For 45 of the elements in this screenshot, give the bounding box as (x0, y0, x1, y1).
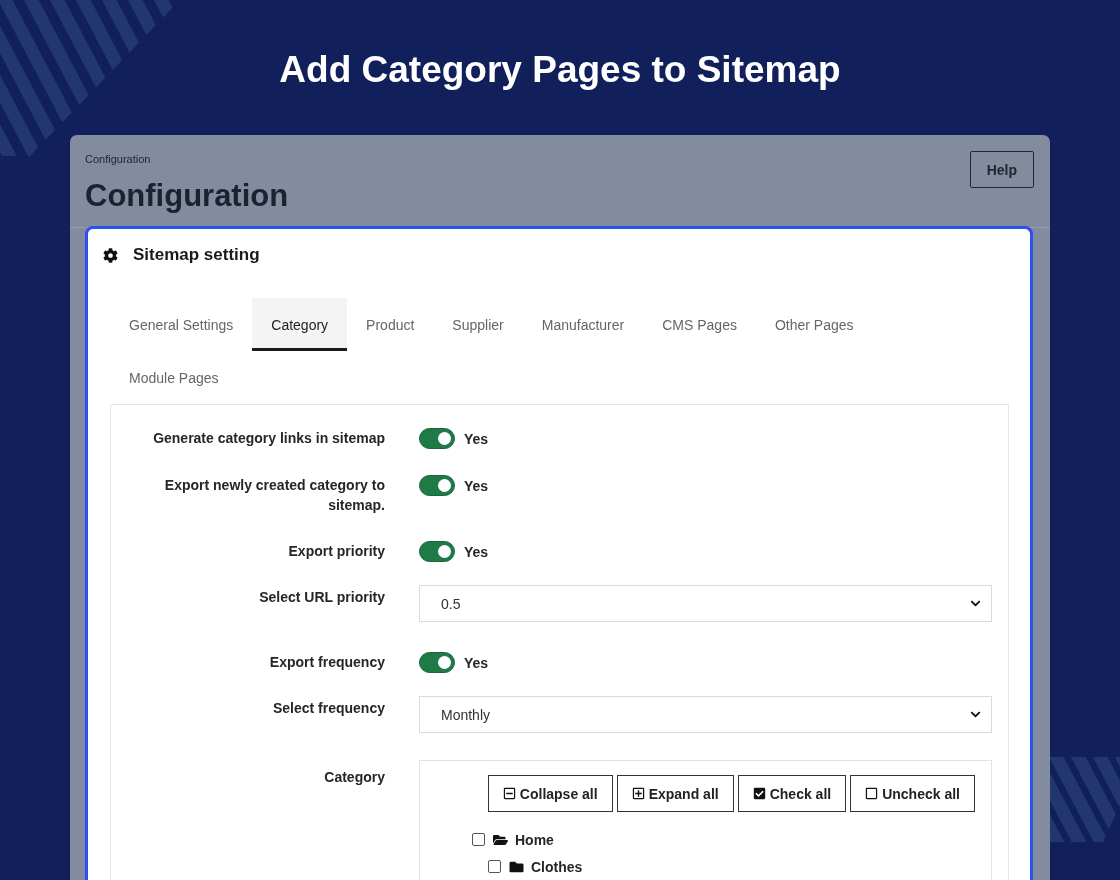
tab[interactable]: Product (347, 298, 434, 351)
breadcrumb-text[interactable]: Configuration (85, 153, 289, 166)
toggle-label: Yes (464, 543, 489, 560)
chevron-down-icon (970, 598, 981, 609)
field-label: Select frequency (271, 699, 385, 718)
field-label: Select URL priority (258, 588, 385, 607)
tab[interactable]: Supplier (433, 298, 523, 351)
check-all-button[interactable]: Check all (737, 775, 847, 812)
dialog-title: Sitemap setting (133, 244, 260, 266)
tab[interactable]: Other Pages (755, 298, 873, 351)
toggle-switch[interactable] (419, 652, 455, 673)
tab[interactable]: Module Pages (110, 351, 238, 404)
page-heading: Add Category Pages to Sitemap (279, 48, 841, 92)
help-button[interactable]: Help (969, 151, 1034, 188)
field-label: Category (323, 768, 385, 787)
toggle-switch[interactable] (419, 541, 455, 562)
page-title: Configuration (85, 178, 289, 214)
folder-icon[interactable] (509, 859, 524, 874)
tab[interactable]: General Settings (110, 298, 253, 351)
toggle-label: Yes (464, 654, 489, 671)
field-label: Export frequency (268, 653, 385, 672)
field-label: Generate category links in sitemap (152, 429, 385, 448)
empty-box-icon (865, 787, 879, 800)
field-label: Export priority (287, 542, 385, 561)
checkbox[interactable] (472, 833, 485, 846)
toggle-label: Yes (464, 430, 489, 447)
collapse-all-button[interactable]: Collapse all (487, 775, 613, 812)
tab[interactable]: Category (252, 298, 348, 351)
folder-open-icon[interactable] (493, 832, 508, 847)
field-label: Export newly created category to sitemap. (163, 476, 385, 515)
checked-box-icon (752, 787, 766, 800)
tab[interactable]: Manufacturer (522, 298, 644, 351)
uncheck-all-button[interactable]: Uncheck all (850, 775, 975, 812)
tree-item-label[interactable]: Home (515, 831, 554, 848)
toggle-switch[interactable] (419, 475, 455, 496)
toggle-label: Yes (464, 477, 489, 494)
tab[interactable]: CMS Pages (643, 298, 756, 351)
dropdown-select[interactable]: Monthly (419, 696, 992, 733)
dropdown-select[interactable]: 0.5 (419, 585, 992, 622)
settings-icon (103, 247, 118, 263)
checkbox[interactable] (488, 860, 501, 873)
chevron-down-icon (970, 709, 981, 720)
toggle-switch[interactable] (419, 428, 455, 449)
expand-all-button[interactable]: Expand all (616, 775, 734, 812)
tree-item-label[interactable]: Clothes (531, 858, 583, 875)
